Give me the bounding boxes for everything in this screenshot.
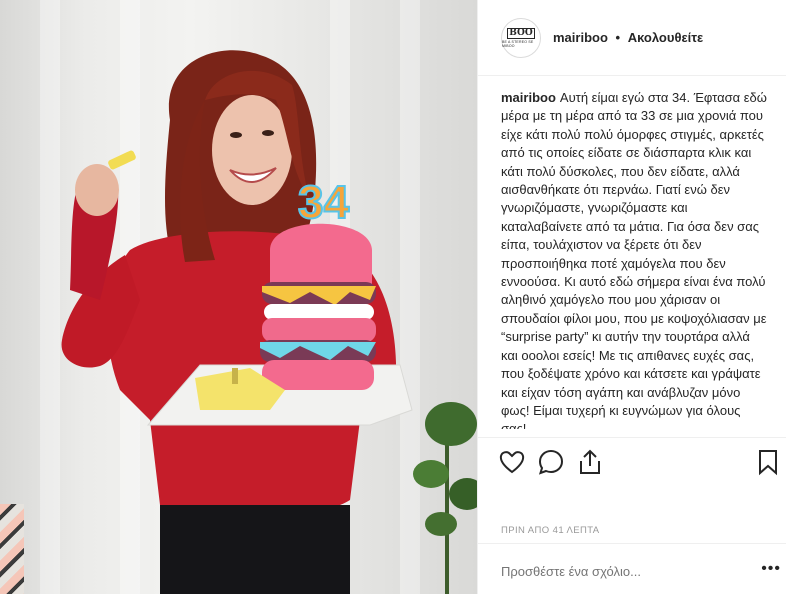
comment-input[interactable]	[501, 564, 741, 579]
separator-dot: •	[615, 30, 621, 45]
avatar-logo-text: BOO	[507, 27, 535, 39]
post-header: BOO BE A STEREO SE MIBOO mairiboo • Ακολ…	[478, 0, 786, 76]
post-sidebar: BOO BE A STEREO SE MIBOO mairiboo • Ακολ…	[477, 0, 786, 594]
more-options-icon[interactable]: •••	[761, 560, 781, 578]
timestamp[interactable]: ΠΡΙΝ ΑΠΟ 41 ΛΕΠΤΑ	[501, 525, 600, 536]
follow-button[interactable]: Ακολουθείτε	[628, 30, 704, 45]
username-link[interactable]: mairiboo	[553, 30, 608, 45]
heart-icon[interactable]	[498, 448, 526, 476]
instagram-post: 34 BOO BE A STEREO SE MIBOO mairiboo • Α…	[0, 0, 786, 594]
caption-text: Αυτή είμαι εγώ στα 34. Έφτασα εδώ μέρα μ…	[501, 90, 767, 429]
comment-box: •••	[478, 543, 786, 594]
woman-with-cake-illustration: 34	[61, 50, 413, 594]
bookmark-icon[interactable]	[754, 448, 782, 476]
plant	[413, 402, 477, 594]
comment-icon[interactable]	[537, 448, 565, 476]
share-icon[interactable]	[576, 448, 604, 476]
avatar-logo-subtext: BE A STEREO SE MIBOO	[502, 39, 534, 48]
candle-text: 34	[298, 176, 350, 228]
action-bar	[478, 437, 786, 488]
caption-username[interactable]: mairiboo	[501, 90, 556, 105]
caption: mairiboo Αυτή είμαι εγώ στα 34. Έφτασα εδ…	[501, 89, 769, 429]
avatar[interactable]: BOO BE A STEREO SE MIBOO	[501, 17, 541, 58]
header-text: mairiboo • Ακολουθείτε	[553, 30, 703, 45]
post-photo[interactable]: 34	[0, 0, 477, 594]
